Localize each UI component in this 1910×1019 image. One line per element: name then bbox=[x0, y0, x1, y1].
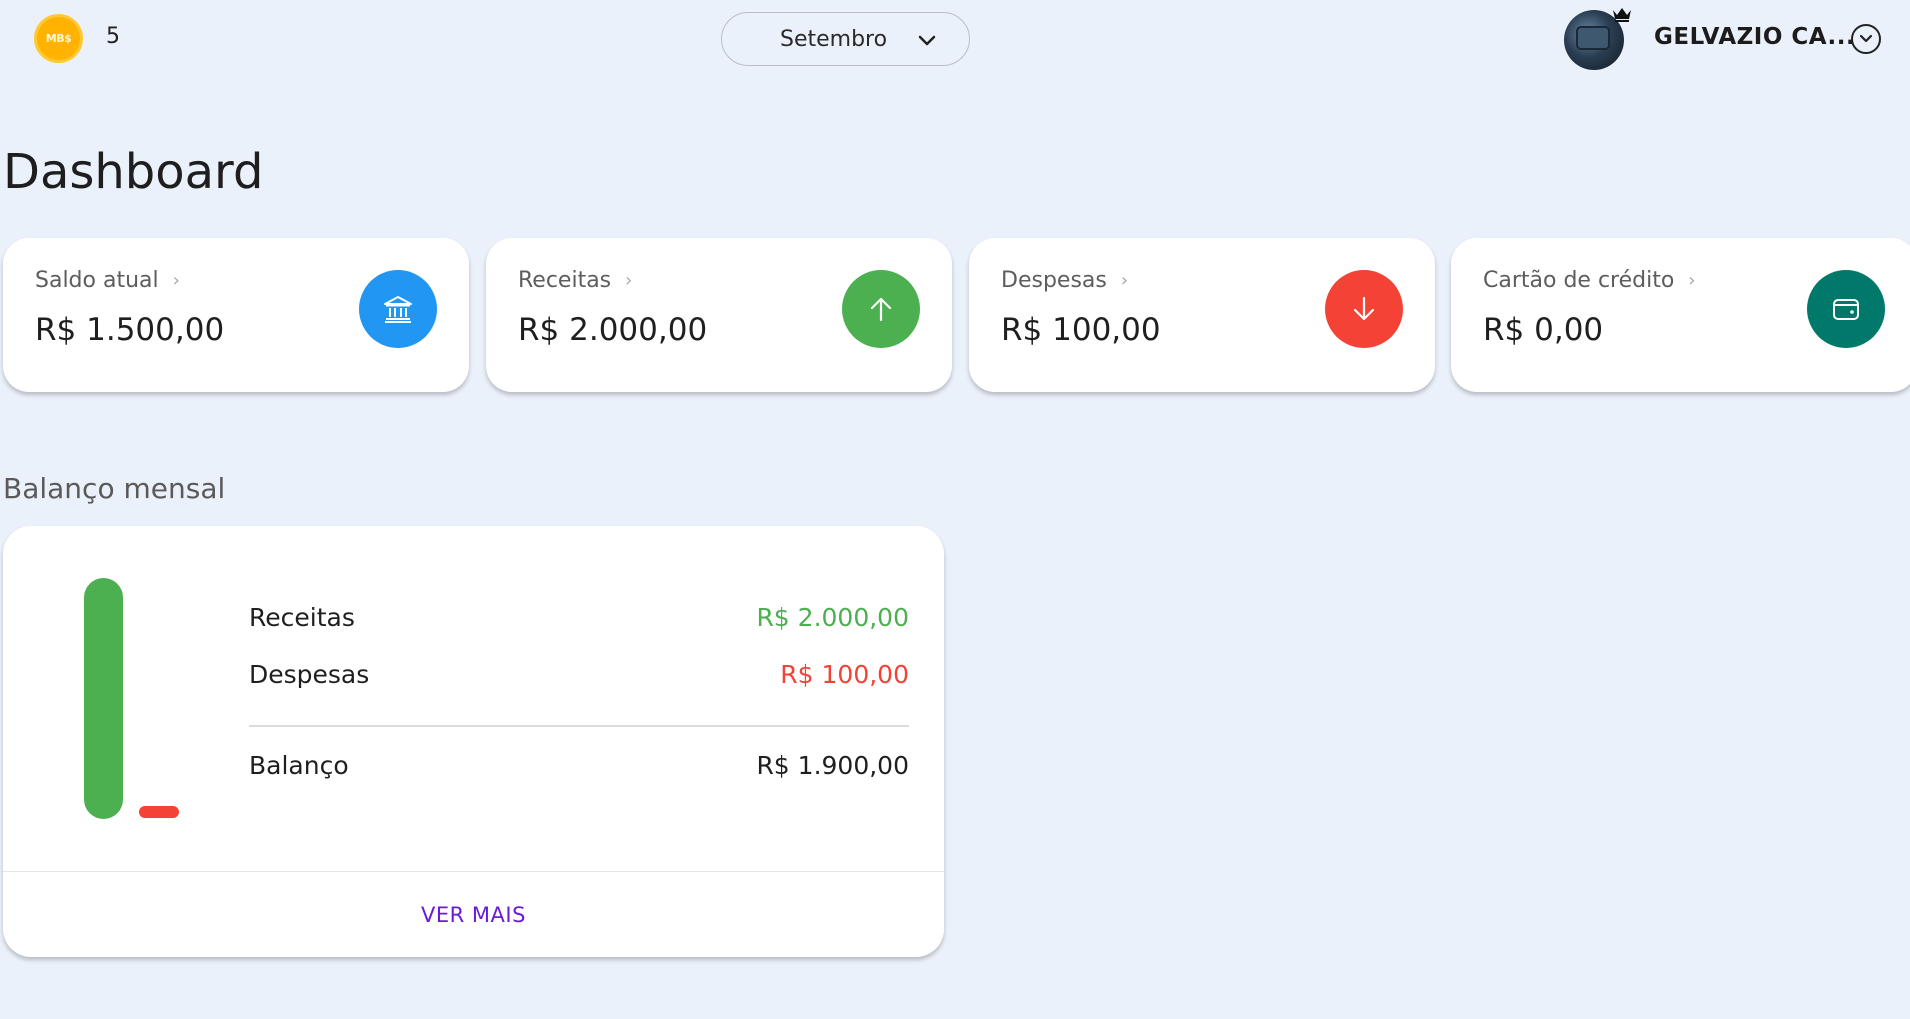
card-label-text: Saldo atual bbox=[35, 268, 159, 293]
row-label: Receitas bbox=[249, 603, 355, 632]
coin-badge-icon[interactable]: MB$ bbox=[34, 14, 83, 63]
card-despesas[interactable]: Despesas › R$ 100,00 bbox=[969, 238, 1435, 392]
chevron-right-icon: › bbox=[1688, 270, 1696, 291]
arrow-down-icon bbox=[1325, 270, 1403, 348]
card-cartao-de-credito[interactable]: Cartão de crédito › R$ 0,00 bbox=[1451, 238, 1910, 392]
chevron-down-icon bbox=[918, 35, 936, 46]
section-title-balanco: Balanço mensal bbox=[3, 472, 226, 505]
top-bar: MB$ 5 Setembro GELVAZIO CA... bbox=[0, 0, 1910, 78]
ver-mais-button[interactable]: VER MAIS bbox=[3, 872, 944, 957]
divider bbox=[249, 725, 909, 727]
receitas-bar bbox=[84, 578, 123, 819]
coin-badge-text: MB$ bbox=[45, 32, 72, 45]
truck-icon bbox=[1578, 28, 1608, 48]
chevron-right-icon: › bbox=[1120, 270, 1129, 291]
card-label: Receitas › bbox=[518, 268, 632, 293]
page-title: Dashboard bbox=[3, 144, 264, 200]
month-selector-value: Setembro bbox=[780, 26, 888, 52]
row-despesas: Despesas R$ 100,00 bbox=[249, 660, 909, 689]
card-label-text: Despesas bbox=[1001, 268, 1107, 293]
row-value: R$ 2.000,00 bbox=[756, 603, 909, 632]
user-name[interactable]: GELVAZIO CA... bbox=[1654, 24, 1855, 50]
row-label: Despesas bbox=[249, 660, 370, 689]
card-label: Saldo atual › bbox=[35, 268, 180, 293]
card-value: R$ 0,00 bbox=[1483, 312, 1604, 348]
card-value: R$ 1.500,00 bbox=[35, 312, 225, 348]
arrow-up-icon bbox=[842, 270, 920, 348]
user-menu-button[interactable] bbox=[1851, 24, 1881, 54]
chevron-down-icon bbox=[1859, 34, 1873, 43]
card-value: R$ 100,00 bbox=[1001, 312, 1161, 348]
chevron-right-icon: › bbox=[625, 270, 633, 291]
row-label: Balanço bbox=[249, 751, 349, 780]
card-saldo-atual[interactable]: Saldo atual › R$ 1.500,00 bbox=[3, 238, 469, 392]
card-label-text: Receitas bbox=[518, 268, 612, 293]
chevron-right-icon: › bbox=[172, 270, 180, 291]
despesas-bar bbox=[139, 806, 179, 818]
card-label: Cartão de crédito › bbox=[1483, 268, 1696, 293]
card-label: Despesas › bbox=[1001, 268, 1128, 293]
coin-count: 5 bbox=[106, 24, 120, 49]
bank-icon bbox=[359, 270, 437, 348]
row-value: R$ 1.900,00 bbox=[756, 751, 909, 780]
wallet-icon bbox=[1807, 270, 1885, 348]
row-receitas: Receitas R$ 2.000,00 bbox=[249, 603, 909, 632]
month-selector[interactable]: Setembro bbox=[721, 12, 970, 66]
card-label-text: Cartão de crédito bbox=[1483, 268, 1675, 293]
card-value: R$ 2.000,00 bbox=[518, 312, 708, 348]
row-value: R$ 100,00 bbox=[780, 660, 909, 689]
row-balanco: Balanço R$ 1.900,00 bbox=[249, 751, 909, 780]
crown-icon bbox=[1613, 8, 1631, 22]
balance-card: Receitas R$ 2.000,00 Despesas R$ 100,00 … bbox=[3, 526, 944, 957]
card-receitas[interactable]: Receitas › R$ 2.000,00 bbox=[486, 238, 952, 392]
